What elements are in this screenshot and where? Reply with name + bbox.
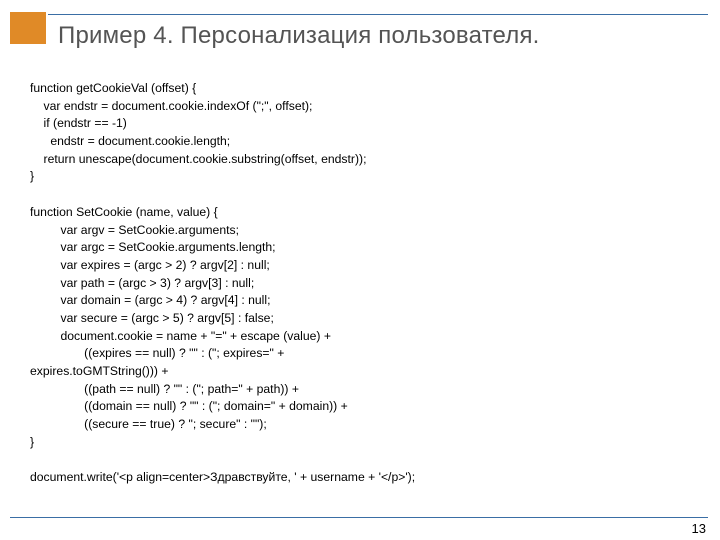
accent-block (10, 12, 46, 44)
slide-title: Пример 4. Персонализация пользователя. (58, 22, 708, 50)
code-listing: function getCookieVal (offset) { var end… (30, 80, 700, 487)
bottom-divider (10, 517, 708, 518)
page-number: 13 (692, 521, 706, 536)
top-divider (48, 14, 708, 15)
